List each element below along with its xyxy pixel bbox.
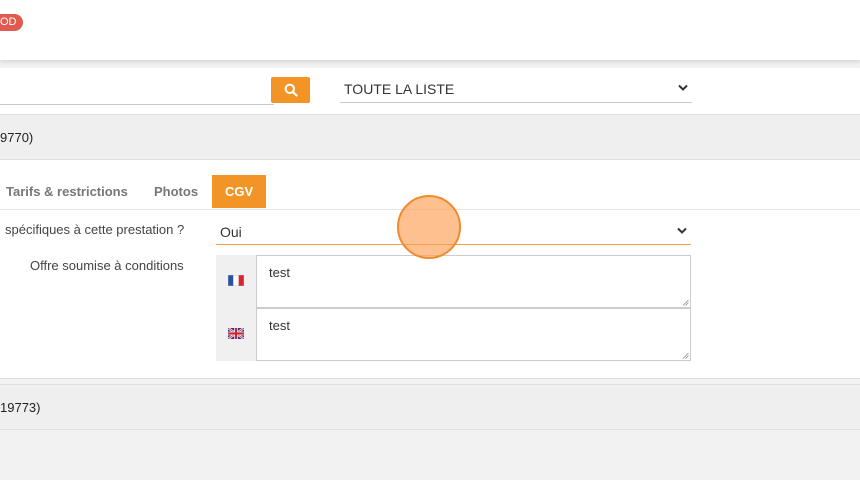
item-header[interactable]: 9770) [0,114,860,160]
list-filter-value: TOUTE LA LISTE [344,81,455,97]
resize-handle-icon[interactable] [682,352,689,359]
search-icon [284,83,298,97]
tab-photos[interactable]: Photos [141,175,211,208]
notification-badge[interactable]: OD [0,14,23,31]
item-title: 9770) [0,130,34,145]
specific-conditions-label: spécifiques à cette prestation ? [5,222,185,237]
lang-row-gb: test [216,308,691,361]
item-header[interactable]: 19773) [0,384,860,430]
offer-text-gb[interactable]: test [256,308,691,361]
tab-cgv[interactable]: CGV [212,175,267,208]
offer-text-gb-value: test [269,318,290,333]
offer-text-fr[interactable]: test [256,255,691,308]
item-title: 19773) [0,400,41,415]
search-bar: TOUTE LA LISTE [0,68,860,114]
item-detail-panel: Tarifs & restrictions Photos CGV spécifi… [0,160,860,379]
offer-text-fr-value: test [269,265,290,280]
flag-gb-icon [228,328,244,339]
resize-handle-icon[interactable] [682,299,689,306]
list-filter-select[interactable]: TOUTE LA LISTE [340,76,692,103]
flag-fr-icon [228,275,244,286]
chevron-down-icon [678,84,688,91]
tab-tarifs-restrictions[interactable]: Tarifs & restrictions [0,175,141,208]
specific-conditions-value: Oui [220,224,242,240]
chevron-down-icon [677,227,687,234]
search-input[interactable] [0,76,274,105]
top-bar: OD [0,0,860,60]
lang-row-fr: test [216,255,691,308]
search-button[interactable] [271,77,310,103]
offer-conditions-label: Offre soumise à conditions [30,258,184,273]
click-indicator [397,195,461,259]
